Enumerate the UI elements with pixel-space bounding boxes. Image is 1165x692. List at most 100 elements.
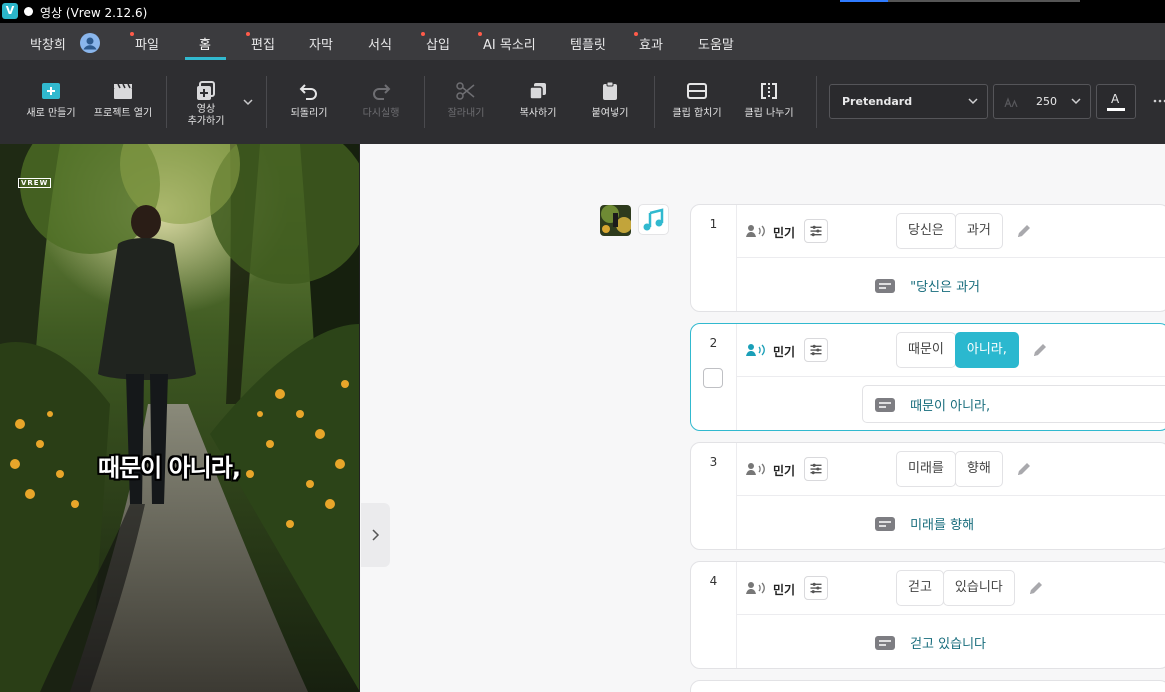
music-button[interactable] [638, 204, 669, 235]
divider [736, 614, 1165, 615]
undo-label: 되돌리기 [290, 108, 328, 119]
word-chip[interactable]: 미래를 [896, 451, 956, 487]
word-chip[interactable]: 있습니다 [942, 570, 1015, 606]
menu-dot [421, 32, 425, 36]
clip-card[interactable]: 3 민기 미래를 향해 미래를 향해 [690, 442, 1165, 550]
more-icon[interactable] [1152, 98, 1165, 104]
clip-card[interactable] [690, 680, 1165, 692]
menu-insert[interactable]: 삽입 [421, 32, 450, 53]
sliders-icon[interactable] [804, 219, 828, 243]
pencil-icon[interactable] [1027, 579, 1045, 597]
clip-card[interactable]: 4 민기 걷고 있습니다 걷고 있습니다 [690, 561, 1165, 669]
chevron-down-icon [968, 98, 978, 105]
speaker-icon[interactable] [745, 461, 767, 477]
subtitle-text[interactable]: "당신은 과거 [910, 276, 980, 295]
sliders-icon[interactable] [804, 457, 828, 481]
titlebar-accent [840, 0, 888, 2]
menu-dot [478, 32, 482, 36]
speaker-name[interactable]: 민기 [773, 224, 795, 241]
menu-help[interactable]: 도움말 [698, 34, 734, 53]
merge-label: 클립 합치기 [672, 108, 722, 119]
menu-format[interactable]: 서식 [368, 34, 392, 53]
toolbar-divider [266, 76, 267, 128]
subtitle-row[interactable]: "당신은 과거 [875, 275, 980, 297]
menu-subtitle[interactable]: 자막 [309, 34, 333, 53]
speaker-icon[interactable] [745, 342, 767, 358]
subtitle-row[interactable]: 미래를 향해 [875, 513, 974, 535]
word-row: 때문이 아니라, [896, 332, 1049, 368]
subtitle-row[interactable]: 걷고 있습니다 [875, 632, 986, 654]
font-select-value: Pretendard [842, 95, 913, 108]
copy-button[interactable]: 복사하기 [512, 60, 564, 120]
font-size-icon [1004, 97, 1018, 107]
collapse-panel-button[interactable] [361, 503, 390, 567]
avatar-icon[interactable] [80, 33, 100, 53]
pencil-icon[interactable] [1015, 222, 1033, 240]
subtitle-text[interactable]: 걷고 있습니다 [910, 633, 986, 652]
open-label: 프로젝트 열기 [93, 108, 153, 119]
word-row: 미래를 향해 [896, 451, 1033, 487]
speaker-name[interactable]: 민기 [773, 343, 795, 360]
redo-button[interactable]: 다시실행 [355, 60, 407, 120]
menu-ai-voice[interactable]: AI 목소리 [478, 32, 536, 53]
paste-label: 붙여넣기 [591, 108, 629, 119]
subtitle-row[interactable]: 때문이 아니라, [875, 394, 990, 416]
watermark: VREW [18, 178, 52, 188]
word-chip-highlighted[interactable]: 아니라, [954, 332, 1019, 368]
split-label: 클립 나누기 [744, 108, 794, 119]
word-row: 걷고 있습니다 [896, 570, 1045, 606]
menu-file[interactable]: 파일 [130, 32, 159, 53]
paste-button[interactable]: 붙여넣기 [584, 60, 636, 120]
menu-effects[interactable]: 효과 [634, 32, 663, 53]
titlebar-strip [888, 0, 1080, 2]
clapper-icon [114, 83, 132, 99]
user-name[interactable]: 박창희 [30, 34, 66, 53]
toolbar-divider [166, 76, 167, 128]
new-button[interactable]: 새로 만들기 [22, 60, 80, 120]
toolbar-divider [816, 76, 817, 128]
open-project-button[interactable]: 프로젝트 열기 [88, 60, 158, 120]
clip-number: 3 [709, 455, 718, 469]
chevron-down-icon[interactable] [242, 96, 254, 108]
font-size-select[interactable]: 250 [993, 84, 1091, 119]
word-chip[interactable]: 때문이 [896, 332, 956, 368]
subtitle-icon [875, 397, 895, 412]
sliders-icon[interactable] [804, 576, 828, 600]
font-color-letter: A [1111, 92, 1120, 106]
clip-card[interactable]: 1 민기 당신은 과거 "당신은 과거 [690, 204, 1165, 312]
word-chip[interactable]: 걷고 [896, 570, 944, 606]
word-chip[interactable]: 당신은 [896, 213, 956, 249]
font-select[interactable]: Pretendard [829, 84, 988, 119]
pencil-icon[interactable] [1015, 460, 1033, 478]
cut-button[interactable]: 잘라내기 [440, 60, 492, 120]
divider [736, 495, 1165, 496]
add-video-button[interactable]: 영상 추가하기 [180, 60, 232, 128]
font-color-button[interactable]: A [1096, 84, 1136, 119]
toolbar-divider [424, 76, 425, 128]
sliders-icon[interactable] [804, 338, 828, 362]
speaker-icon[interactable] [745, 580, 767, 596]
pencil-icon[interactable] [1031, 341, 1049, 359]
menu-home[interactable]: 홈 [199, 34, 211, 53]
preview-image [0, 144, 359, 692]
menu-template[interactable]: 템플릿 [570, 34, 606, 53]
divider [736, 376, 1165, 377]
clip-number: 2 [709, 336, 718, 350]
speaker-name[interactable]: 민기 [773, 581, 795, 598]
subtitle-text[interactable]: 미래를 향해 [910, 514, 974, 533]
speaker-icon[interactable] [745, 223, 767, 239]
video-preview[interactable]: VREW 때문이 아니라, [0, 144, 360, 692]
word-chip[interactable]: 향해 [954, 451, 1003, 487]
subtitle-text[interactable]: 때문이 아니라, [910, 395, 990, 414]
menu-dot [246, 32, 250, 36]
undo-button[interactable]: 되돌리기 [283, 60, 335, 120]
clip-checkbox[interactable] [703, 368, 723, 388]
app-logo: V [2, 3, 18, 19]
word-chip[interactable]: 과거 [954, 213, 1003, 249]
speaker-name[interactable]: 민기 [773, 462, 795, 479]
video-thumbnail[interactable] [600, 205, 631, 236]
menu-edit[interactable]: 편집 [246, 32, 275, 53]
merge-clip-button[interactable]: 클립 합치기 [666, 60, 728, 120]
split-clip-button[interactable]: 클립 나누기 [738, 60, 800, 120]
clip-card-selected[interactable]: 2 민기 때문이 아니라, 때문이 아니라, [690, 323, 1165, 431]
